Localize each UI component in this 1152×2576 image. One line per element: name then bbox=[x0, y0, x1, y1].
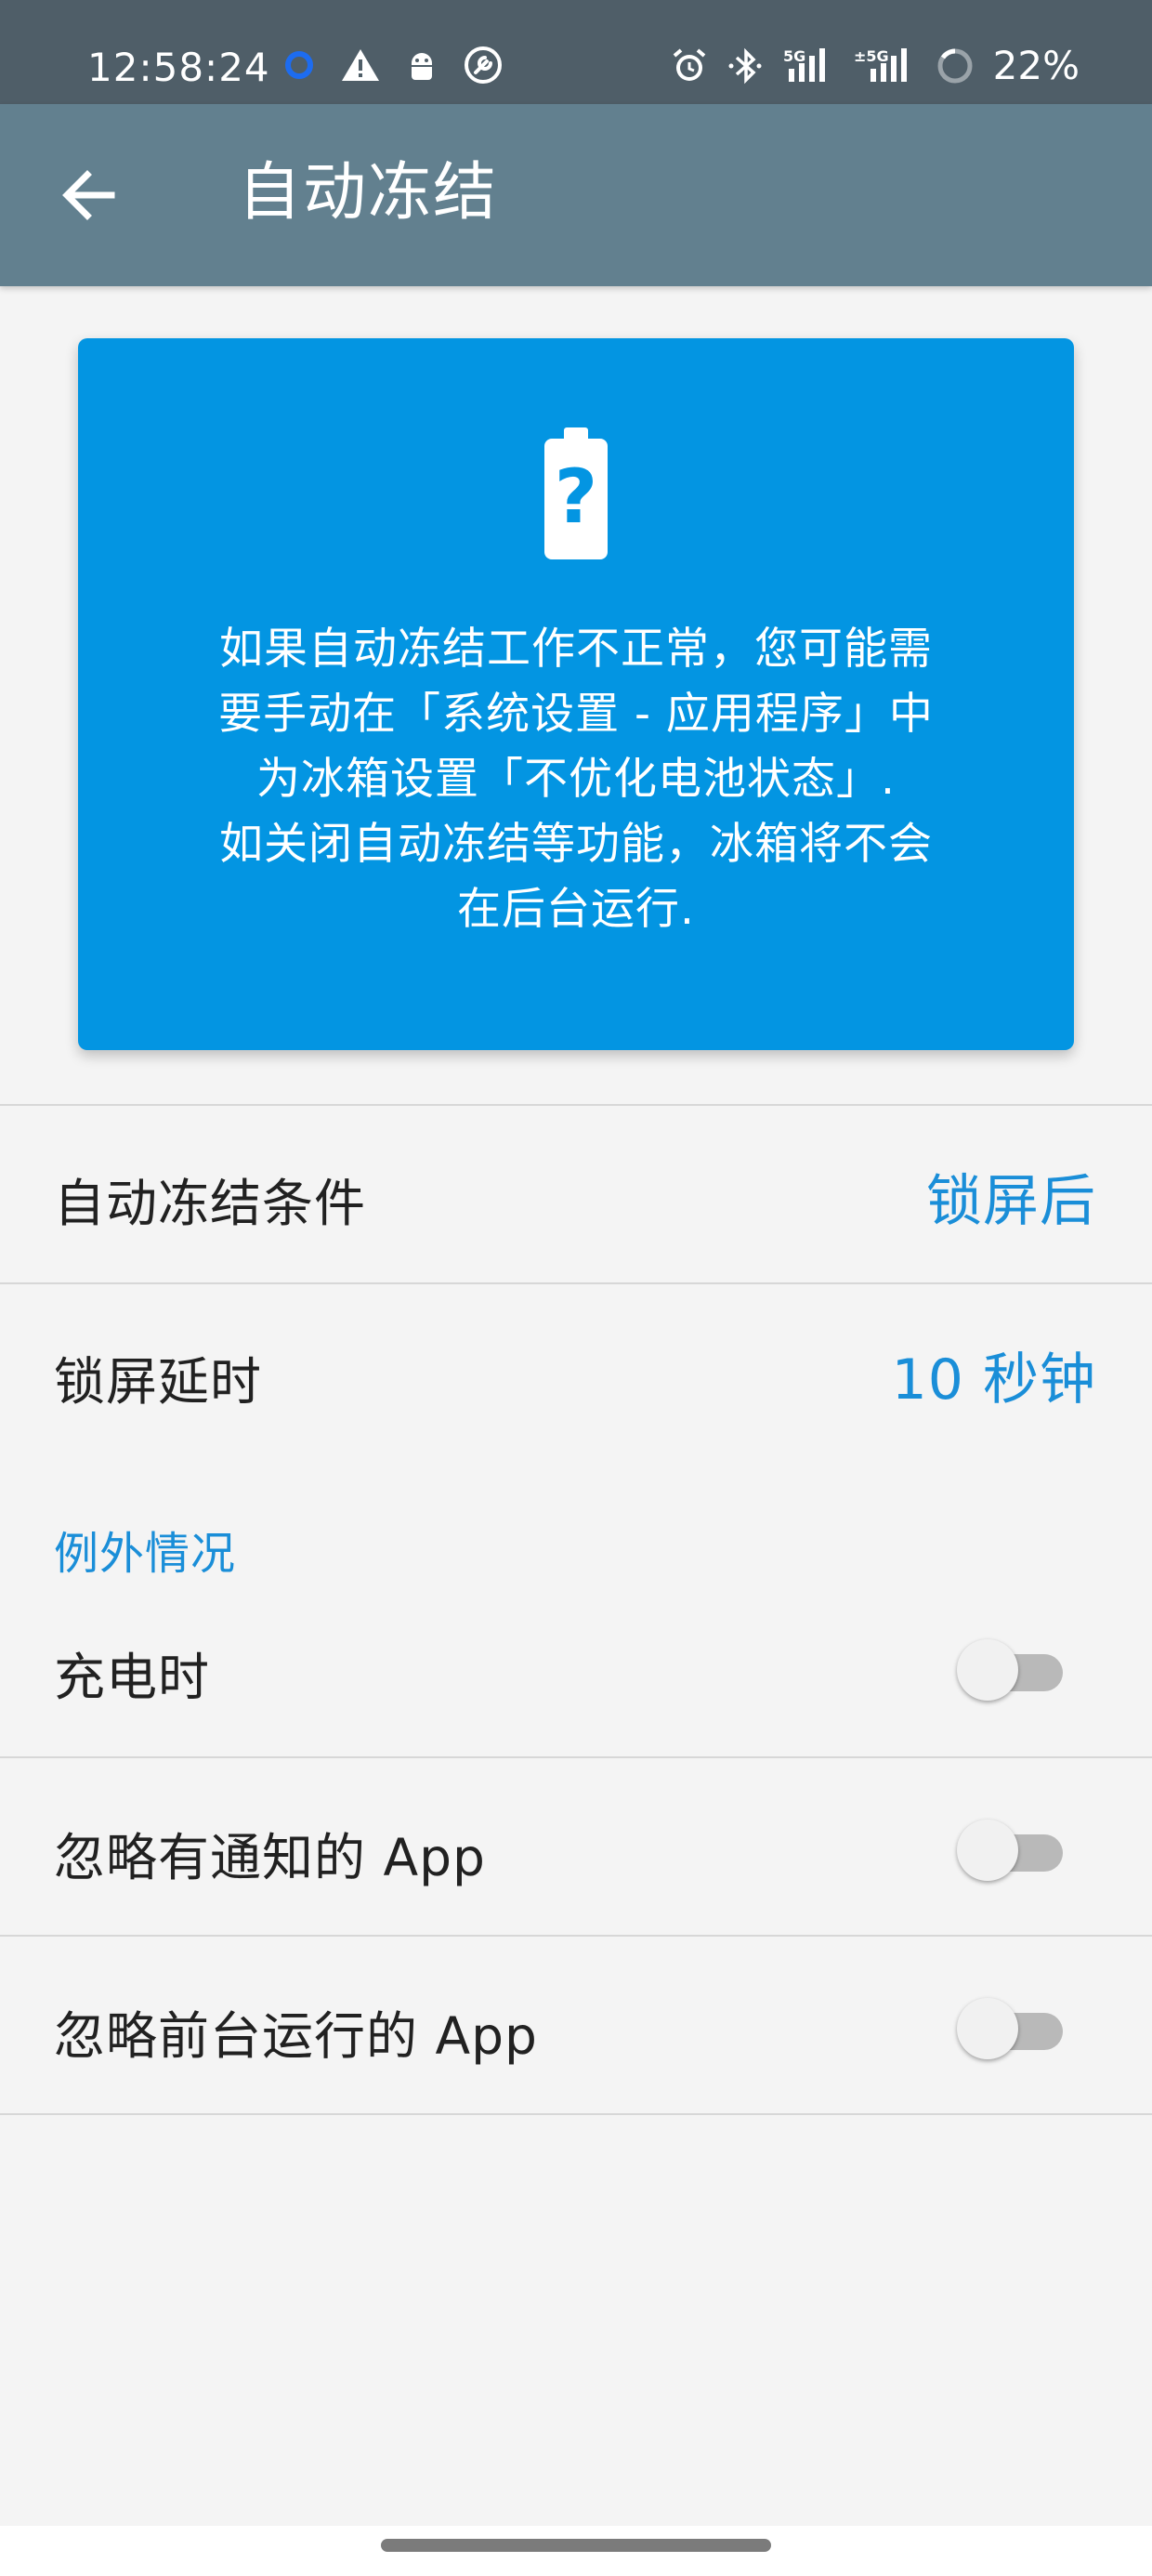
wrench-icon bbox=[463, 45, 504, 85]
bluetooth-icon bbox=[727, 46, 765, 85]
ignore-foreground-switch[interactable] bbox=[957, 1994, 1065, 2061]
status-left-icons bbox=[281, 45, 504, 85]
ignore-notification-switch[interactable] bbox=[957, 1816, 1065, 1883]
arrow-back-icon bbox=[62, 170, 115, 220]
ignore-foreground-label: 忽略前台运行的 App bbox=[54, 2006, 538, 2066]
lock-delay-row[interactable]: 锁屏延时 10 秒钟 bbox=[0, 1284, 1152, 1461]
svg-text:±5G: ±5G bbox=[854, 47, 889, 65]
gesture-handle[interactable] bbox=[381, 2539, 771, 2552]
freeze-condition-row[interactable]: 自动冻结条件 锁屏后 bbox=[0, 1106, 1152, 1282]
switch-thumb bbox=[957, 1998, 1018, 2059]
battery-percent: 22% bbox=[992, 43, 1080, 88]
alarm-icon bbox=[670, 46, 709, 85]
ignore-foreground-toggle-row[interactable]: 忽略前台运行的 App bbox=[0, 1937, 1152, 2113]
back-button[interactable] bbox=[52, 158, 126, 232]
ignore-notification-label: 忽略有通知的 App bbox=[54, 1828, 486, 1887]
lock-delay-value: 10 秒钟 bbox=[891, 1347, 1096, 1413]
info-card-text: 如果自动冻结工作不正常，您可能需 要手动在「系统设置 - 应用程序」中 为冰箱设… bbox=[190, 617, 962, 942]
warning-icon bbox=[340, 46, 381, 84]
status-right: 5G ±5G 22% bbox=[670, 43, 1080, 88]
page-title: 自动冻结 bbox=[238, 156, 499, 230]
signal-5g-icon: 5G bbox=[783, 46, 835, 85]
switch-thumb bbox=[957, 1639, 1018, 1701]
android-debug-icon bbox=[403, 46, 440, 84]
info-card: ? 如果自动冻结工作不正常，您可能需 要手动在「系统设置 - 应用程序」中 为冰… bbox=[78, 338, 1074, 1050]
lock-delay-label: 锁屏延时 bbox=[54, 1352, 263, 1412]
switch-thumb bbox=[957, 1820, 1018, 1881]
info-line: 为冰箱设置「不优化电池状态」. bbox=[256, 754, 896, 805]
info-line: 如果自动冻结工作不正常，您可能需 bbox=[219, 624, 933, 675]
circle-notification-icon bbox=[281, 46, 318, 84]
battery-ring-icon bbox=[936, 46, 975, 85]
ignore-notification-toggle-row[interactable]: 忽略有通知的 App bbox=[0, 1758, 1152, 1935]
charging-toggle-row[interactable]: 充电时 bbox=[0, 1580, 1152, 1756]
status-time: 12:58:24 bbox=[87, 45, 270, 90]
status-bar: 12:58:24 5G ±5G 22% bbox=[0, 0, 1152, 104]
exceptions-section-header: 例外情况 bbox=[54, 1528, 237, 1580]
info-line: 要手动在「系统设置 - 应用程序」中 bbox=[218, 689, 934, 740]
divider bbox=[0, 2113, 1152, 2115]
freeze-condition-value: 锁屏后 bbox=[926, 1169, 1096, 1234]
info-line: 如关闭自动冻结等功能，冰箱将不会 bbox=[219, 819, 933, 870]
app-toolbar: 自动冻结 bbox=[0, 104, 1152, 286]
charging-label: 充电时 bbox=[54, 1648, 211, 1707]
freeze-condition-label: 自动冻结条件 bbox=[54, 1174, 367, 1233]
svg-text:5G: 5G bbox=[783, 47, 805, 65]
svg-text:?: ? bbox=[555, 453, 597, 540]
charging-switch[interactable] bbox=[957, 1636, 1065, 1702]
info-line: 在后台运行. bbox=[457, 884, 695, 935]
battery-question-icon: ? bbox=[541, 427, 611, 567]
signal-5g-2-icon: ±5G bbox=[854, 46, 917, 85]
